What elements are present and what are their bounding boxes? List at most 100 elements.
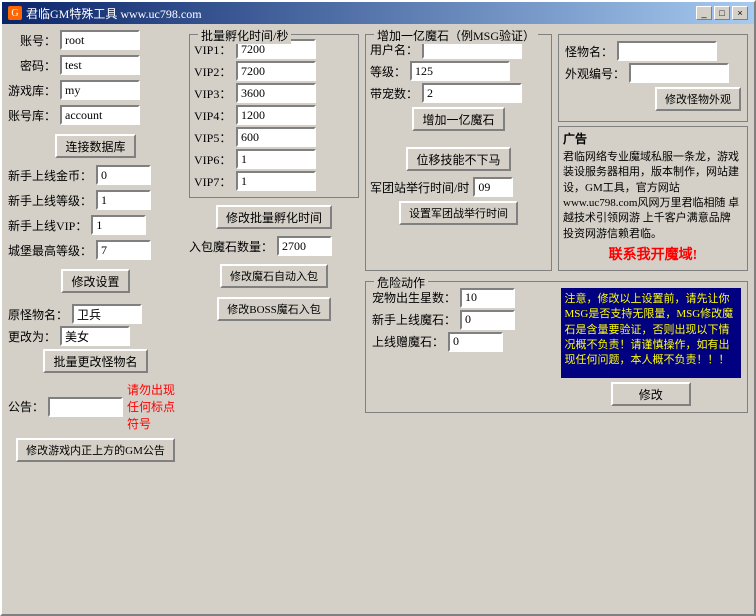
max-castle-row: 城堡最高等级： [8, 240, 183, 260]
maximize-button[interactable]: □ [714, 6, 730, 20]
top-right-row: 增加一亿魔石（例MSG验证） 用户名： 等级： 带宠数： 增加一亿魔石 [365, 30, 748, 271]
left-panel: 账号： 密码： 游戏库： 账号库： 连接数据库 新手上线金币： [8, 30, 183, 608]
online-gift-row: 上线赠魔石： [372, 332, 553, 352]
army-time-input[interactable] [473, 177, 513, 197]
vip7-label: VIP7： [194, 173, 232, 190]
modify-notice-button[interactable]: 修改游戏内正上方的GM公告 [16, 438, 175, 462]
original-monster-input[interactable] [72, 304, 142, 324]
newbie-magic-label: 新手上线魔石： [372, 311, 456, 328]
add-magic-level-input[interactable] [410, 61, 510, 81]
vip7-row: VIP7： [194, 171, 354, 191]
titlebar-left: G 君临GM特殊工具 www.uc798.com [8, 5, 202, 22]
hatch-group-title: 批量孵化时间/秒 [198, 27, 291, 44]
add-magic-button[interactable]: 增加一亿魔石 [412, 107, 504, 131]
close-button[interactable]: × [732, 6, 748, 20]
gamedb-label: 游戏库： [8, 82, 56, 99]
notice-row: 公告： 请勿出现任何标点符号 [8, 381, 183, 432]
newbie-gold-label: 新手上线金币： [8, 167, 92, 184]
danger-title: 危险动作 [374, 274, 428, 291]
modify-appearance-button[interactable]: 修改怪物外观 [655, 87, 741, 111]
monster-name-right-input[interactable] [617, 41, 717, 61]
vip6-input[interactable] [236, 149, 316, 169]
newbie-gold-input[interactable] [96, 165, 151, 185]
notice-label: 公告： [8, 398, 44, 415]
newbie-vip-input[interactable] [91, 215, 146, 235]
vip2-row: VIP2： [194, 61, 354, 81]
add-magic-level-row: 等级： [370, 61, 547, 81]
change-to-input[interactable] [60, 326, 130, 346]
appearance-row: 外观编号： [565, 63, 741, 83]
right-column: 怪物名： 外观编号： 修改怪物外观 广告 [558, 30, 748, 271]
password-label: 密码： [8, 57, 56, 74]
account-label: 账号： [8, 32, 56, 49]
accountdb-input[interactable] [60, 105, 140, 125]
newbie-vip-label: 新手上线VIP： [8, 217, 87, 234]
vip2-label: VIP2： [194, 63, 232, 80]
accountdb-row: 账号库： [8, 105, 183, 125]
middle-panel: 批量孵化时间/秒 VIP1： VIP2： VIP3： VIP4： [189, 30, 359, 608]
max-castle-input[interactable] [96, 240, 151, 260]
original-monster-row: 原怪物名： [8, 304, 183, 324]
account-input[interactable] [60, 30, 140, 50]
vip5-row: VIP5： [194, 127, 354, 147]
vip5-label: VIP5： [194, 129, 232, 146]
newbie-level-input[interactable] [96, 190, 151, 210]
batch-change-monster-button[interactable]: 批量更改怪物名 [43, 349, 147, 373]
change-to-row: 更改为： [8, 326, 183, 346]
online-gift-input[interactable] [448, 332, 503, 352]
gamedb-input[interactable] [60, 80, 140, 100]
warning-box: 注意，修改以上设置前，请先让你MSG是否支持无限量，MSG修改魔石是含量要验证，… [561, 288, 742, 378]
pet-star-input[interactable] [460, 288, 515, 308]
notice-input[interactable] [48, 397, 123, 417]
danger-fields: 宠物出生星数： 新手上线魔石： 上线赠魔石： [372, 288, 553, 406]
minimize-button[interactable]: _ [696, 6, 712, 20]
带宠数-label: 带宠数： [370, 85, 418, 102]
danger-modify-button[interactable]: 修改 [611, 382, 691, 406]
newbie-gold-row: 新手上线金币： [8, 165, 183, 185]
newbie-level-label: 新手上线等级： [8, 192, 92, 209]
vip5-input[interactable] [236, 127, 316, 147]
inpack-input[interactable] [277, 236, 332, 256]
danger-right: 注意，修改以上设置前，请先让你MSG是否支持无限量，MSG修改魔石是含量要验证，… [561, 288, 742, 406]
online-gift-label: 上线赠魔石： [372, 333, 444, 350]
titlebar-controls[interactable]: _ □ × [696, 6, 748, 20]
modify-auto-pack-button[interactable]: 修改魔石自动入包 [220, 264, 328, 288]
ad-link[interactable]: 联系我开魔域! [563, 246, 743, 266]
connect-db-button[interactable]: 连接数据库 [55, 134, 135, 158]
vip3-label: VIP3： [194, 85, 232, 102]
vip4-row: VIP4： [194, 105, 354, 125]
army-time-label: 军团站举行时间/时 [370, 179, 469, 196]
newbie-magic-row: 新手上线魔石： [372, 310, 553, 330]
monster-name-right-row: 怪物名： [565, 41, 741, 61]
modify-settings-button[interactable]: 修改设置 [61, 269, 129, 293]
max-castle-label: 城堡最高等级： [8, 242, 92, 259]
monster-name-section: 原怪物名： 更改为： 批量更改怪物名 [8, 304, 183, 376]
move-skill-button[interactable]: 位移技能不下马 [406, 147, 510, 171]
vip4-input[interactable] [236, 105, 316, 125]
vip4-label: VIP4： [194, 107, 232, 124]
warning-text: 注意，修改以上设置前，请先让你MSG是否支持无限量，MSG修改魔石是含量要验证，… [565, 293, 734, 367]
带宠数-row: 带宠数： [370, 83, 547, 103]
带宠数-input[interactable] [422, 83, 522, 103]
newbie-magic-input[interactable] [460, 310, 515, 330]
password-input[interactable] [60, 55, 140, 75]
appearance-input[interactable] [629, 63, 729, 83]
modify-boss-pack-button[interactable]: 修改BOSS魔石入包 [217, 297, 331, 321]
modify-hatch-button[interactable]: 修改批量孵化时间 [216, 205, 332, 229]
vip7-input[interactable] [236, 171, 316, 191]
ad-content: 君临网络专业魔域私服一条龙，游戏装设服务器相用，版本制作，网站建设，GM工具，官… [563, 151, 739, 240]
vip2-input[interactable] [236, 61, 316, 81]
appearance-label: 外观编号： [565, 65, 625, 82]
vip6-row: VIP6： [194, 149, 354, 169]
change-to-label: 更改为： [8, 328, 56, 345]
army-time-row: 军团站举行时间/时 [370, 177, 547, 197]
vip6-label: VIP6： [194, 151, 232, 168]
danger-inner: 宠物出生星数： 新手上线魔石： 上线赠魔石： [372, 288, 741, 406]
vip3-row: VIP3： [194, 83, 354, 103]
notice-hint: 请勿出现任何标点符号 [127, 381, 183, 432]
original-monster-label: 原怪物名： [8, 306, 68, 323]
password-row: 密码： [8, 55, 183, 75]
set-army-button[interactable]: 设置军团战举行时间 [399, 201, 518, 225]
vip3-input[interactable] [236, 83, 316, 103]
add-magic-level-label: 等级： [370, 63, 406, 80]
